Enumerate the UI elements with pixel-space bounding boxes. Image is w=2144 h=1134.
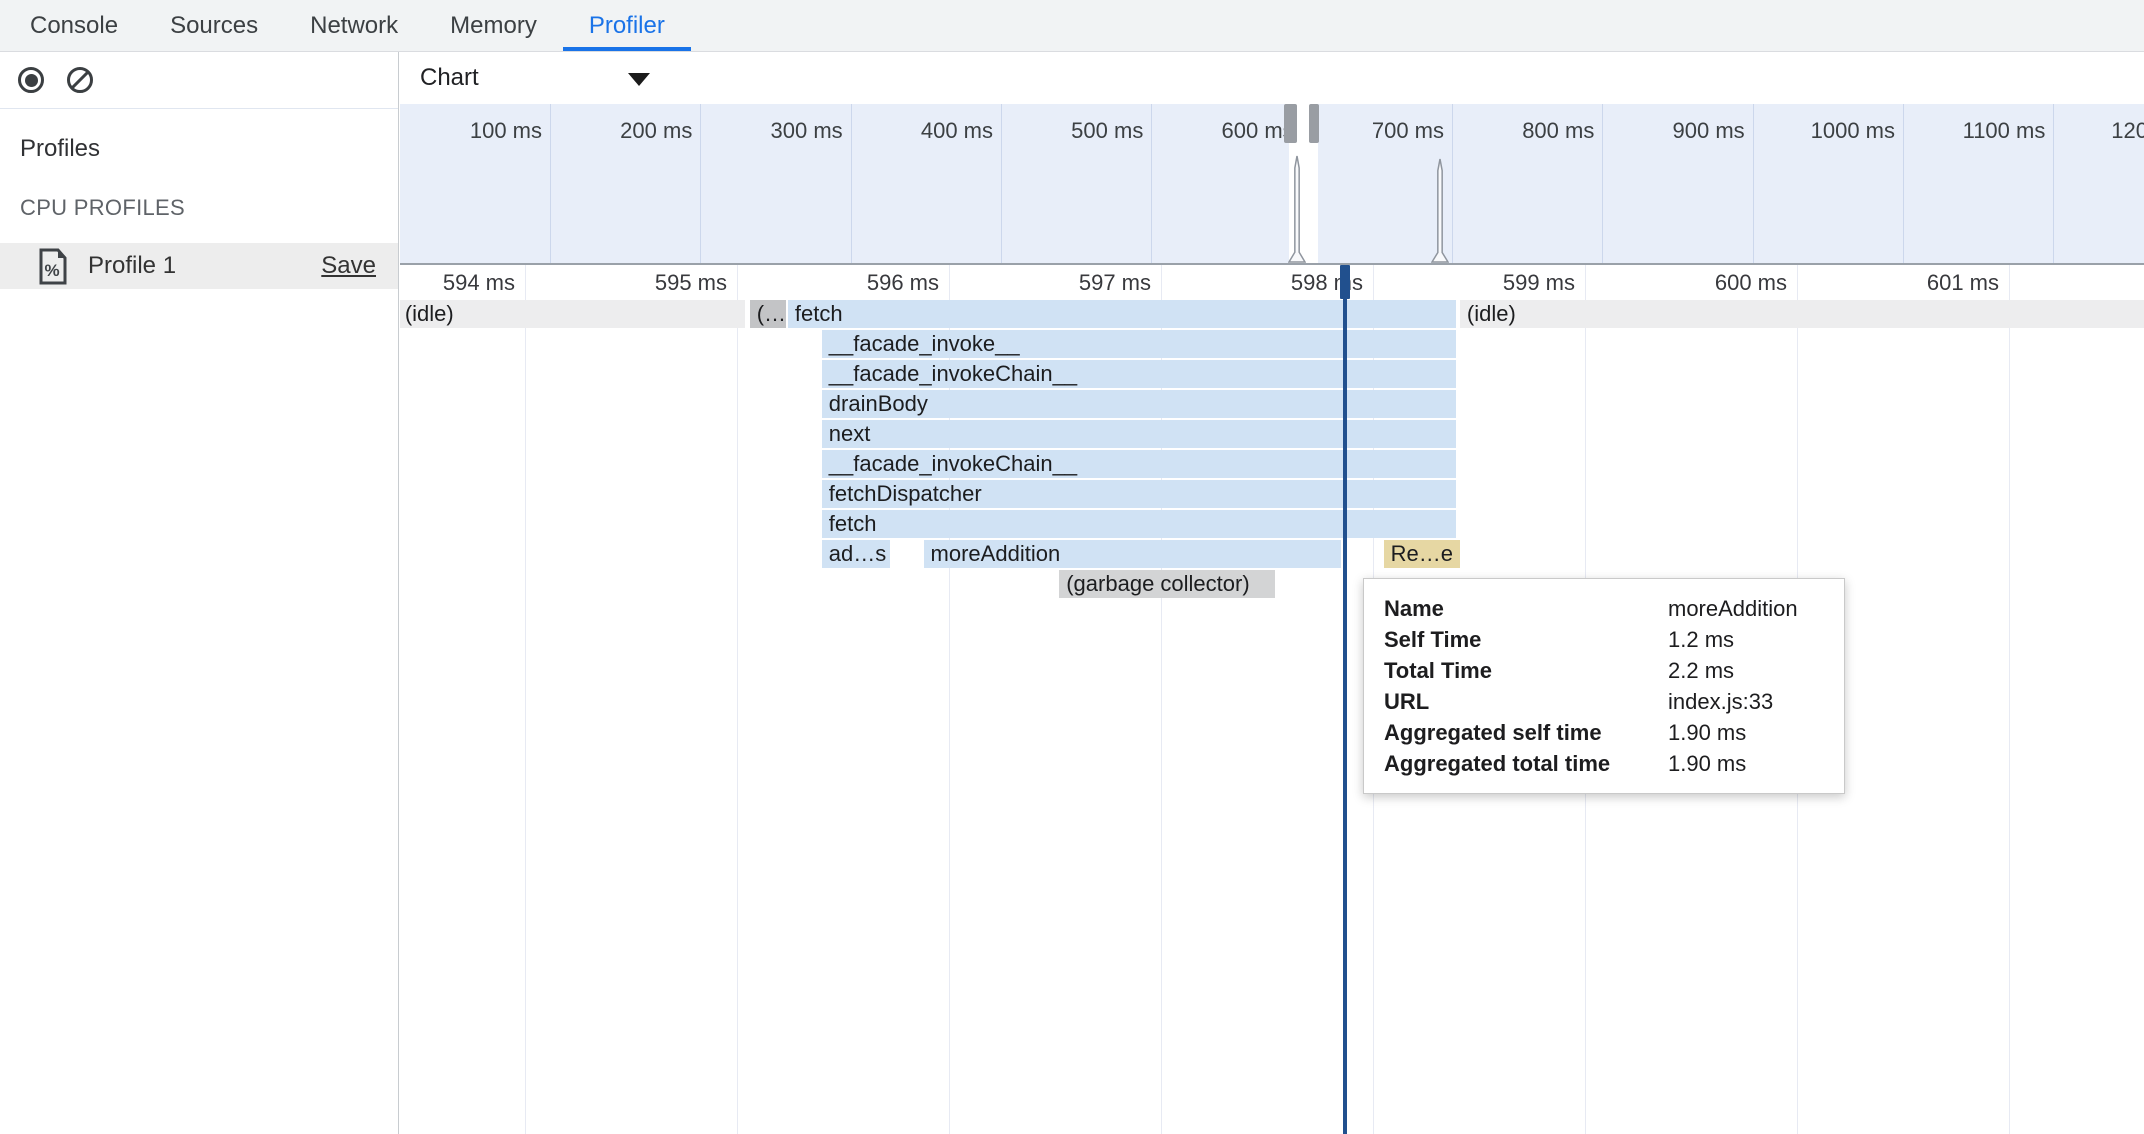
flame-bar[interactable]: drainBody [822,390,1456,418]
flame-bar[interactable]: (idle) [1460,300,2144,328]
cpu-profiles-section-label: CPU PROFILES [20,195,398,221]
cpu-activity-spike [1431,158,1449,263]
flame-bar[interactable]: (garbage collector) [1059,570,1275,598]
tooltip-label: Name [1384,593,1668,624]
tooltip-value: moreAddition [1668,593,1824,624]
overview-timeline[interactable]: 100 ms200 ms300 ms400 ms500 ms600 ms700 … [400,104,2144,263]
tooltip-label: Self Time [1384,624,1668,655]
profiles-heading: Profiles [20,135,398,163]
tooltip-value: index.js:33 [1668,686,1824,717]
flame-bar[interactable]: next [822,420,1456,448]
overview-tick-label: 1100 ms [1895,116,2045,146]
tab-console[interactable]: Console [4,0,144,51]
flame-bar[interactable]: Re…e [1384,540,1460,568]
record-icon[interactable] [17,66,45,94]
tooltip-label: Total Time [1384,655,1668,686]
flame-bar[interactable]: __facade_invokeChain__ [822,450,1456,478]
overview-tick-label: 600 ms [1144,116,1294,146]
overview-tick-label: 400 ms [843,116,993,146]
tab-sources[interactable]: Sources [144,0,284,51]
clear-icon[interactable] [66,66,94,94]
tooltip-label: Aggregated self time [1384,717,1668,748]
flame-bar[interactable]: (idle) [400,300,745,328]
overview-tick-label: 200 ms [542,116,692,146]
save-profile-link[interactable]: Save [321,252,376,280]
overview-tick-label: 900 ms [1595,116,1745,146]
flame-bar[interactable]: __facade_invoke__ [822,330,1456,358]
dropdown-caret-icon [628,73,650,86]
sidebar-item-profile-1[interactable]: % Profile 1 Save [0,243,398,289]
flame-bar[interactable]: ad…s [822,540,890,568]
tooltip-value: 2.2 ms [1668,655,1824,686]
tooltip-label: URL [1384,686,1668,717]
svg-text:%: % [44,261,59,280]
flame-bar[interactable]: fetch [822,510,1456,538]
tooltip-label: Aggregated total time [1384,748,1668,779]
overview-tick-label: 1000 ms [1745,116,1895,146]
tooltip-value: 1.90 ms [1668,748,1824,779]
tab-memory[interactable]: Memory [424,0,563,51]
profile-item-label: Profile 1 [88,252,176,280]
flame-bar[interactable]: (… [750,300,786,328]
profile-document-icon: % [38,248,68,285]
selection-right-handle[interactable] [1309,104,1319,143]
tooltip-value: 1.90 ms [1668,717,1824,748]
flame-chart[interactable]: (idle)(…fetch(idle)__facade_invoke____fa… [400,300,2144,1134]
selection-left-handle[interactable] [1284,104,1297,143]
tab-profiler[interactable]: Profiler [563,0,691,51]
tab-network[interactable]: Network [284,0,424,51]
overview-tick-label: 300 ms [693,116,843,146]
profiles-toolbar [0,52,398,109]
chart-view-toolbar: Chart [400,52,2144,104]
flame-bar[interactable]: fetch [788,300,1456,328]
current-time-line [1343,265,1347,1134]
overview-tick-label: 1200 ms [2046,116,2144,146]
flame-bar[interactable]: __facade_invokeChain__ [822,360,1456,388]
frame-details-tooltip: NamemoreAddition Self Time1.2 ms Total T… [1363,578,1845,794]
tooltip-value: 1.2 ms [1668,624,1824,655]
view-mode-select[interactable]: Chart [420,52,479,104]
flame-bar[interactable]: fetchDispatcher [822,480,1456,508]
profiles-sidebar: Profiles CPU PROFILES % Profile 1 Save [0,52,399,1134]
flame-bar[interactable]: moreAddition [924,540,1342,568]
overview-tick-label: 500 ms [993,116,1143,146]
overview-tick-label: 800 ms [1444,116,1594,146]
overview-tick-label: 100 ms [400,116,542,146]
devtools-window: Console Sources Network Memory Profiler … [0,0,2144,1134]
devtools-tab-bar: Console Sources Network Memory Profiler [0,0,2144,52]
cpu-activity-spike [1288,155,1306,263]
